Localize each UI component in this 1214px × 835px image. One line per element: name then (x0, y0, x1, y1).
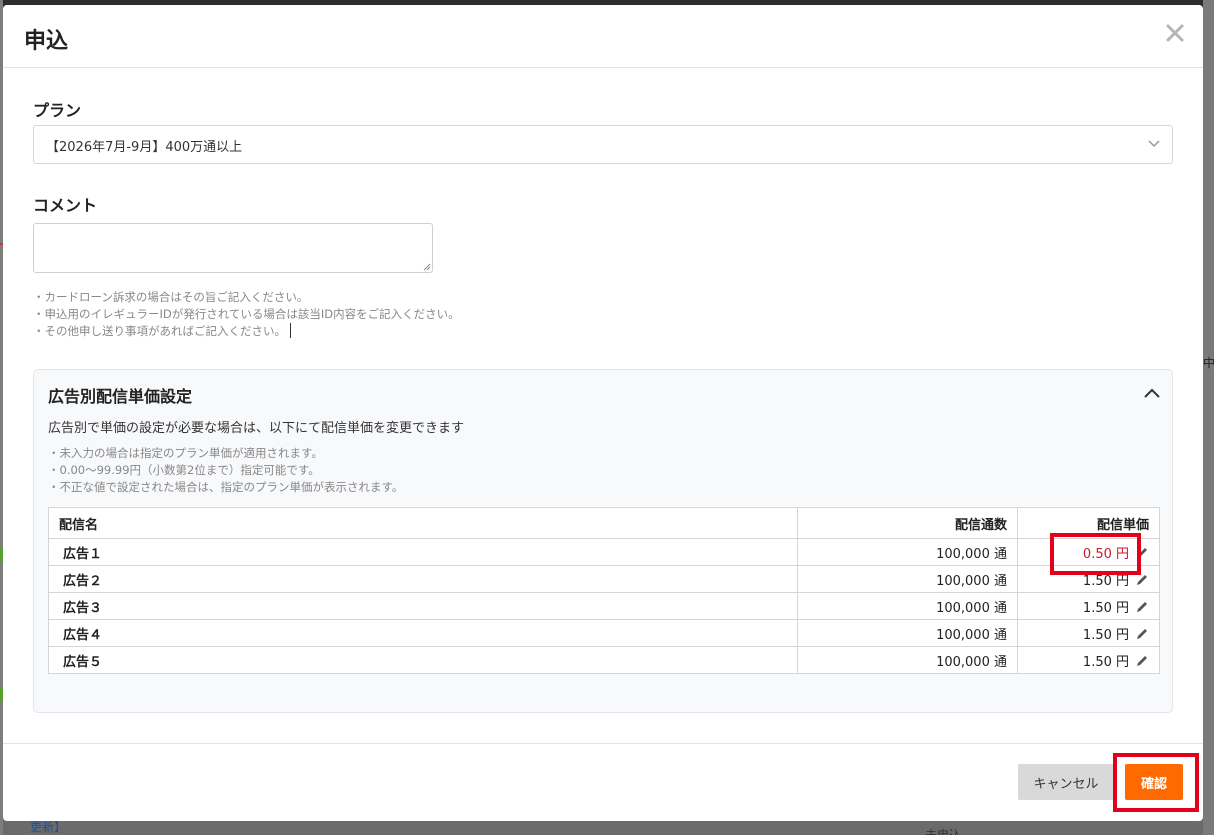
comment-hint: ・申込用のイレギュラーIDが発行されている場合は該当ID内容をご記入ください。 (33, 307, 460, 321)
text-cursor (290, 323, 291, 338)
table-header-row: 配信名 配信通数 配信単価 (48, 507, 1160, 539)
comment-hints: ・カードローン訴求の場合はその旨ご記入ください。 ・申込用のイレギュラーIDが発… (33, 289, 460, 340)
row-price: 1.50 円 (1082, 600, 1129, 616)
row-price-cell[interactable]: 1.50 円 (1017, 565, 1160, 593)
background-text: 中 (1203, 356, 1214, 370)
row-count: 100,000 通 (797, 592, 1018, 620)
pencil-icon[interactable] (1135, 627, 1149, 641)
row-name: 広告３ (48, 592, 798, 620)
row-count: 100,000 通 (797, 565, 1018, 593)
confirm-button[interactable]: 確認 (1125, 764, 1183, 800)
modal-title: 申込 (24, 29, 69, 54)
table-row: 広告２ 100,000 通 1.50 円 (48, 565, 1160, 593)
panel-description: 広告別で単価の設定が必要な場合は、以下にて配信単価を変更できます (48, 421, 465, 436)
chevron-down-icon (1148, 140, 1160, 148)
application-modal: 申込 プラン 【2026年7月-9月】400万通以上 コメント ・カードローン訴… (3, 5, 1203, 821)
comment-label: コメント (33, 196, 98, 215)
column-header-count: 配信通数 (797, 507, 1018, 539)
resize-grip-icon[interactable] (423, 263, 431, 271)
table-row: 広告４ 100,000 通 1.50 円 (48, 619, 1160, 647)
row-count: 100,000 通 (797, 538, 1018, 566)
pencil-icon[interactable] (1135, 573, 1149, 587)
row-name: 広告５ (48, 646, 798, 674)
row-name: 広告２ (48, 565, 798, 593)
table-row: 広告１ 100,000 通 0.50 円 (48, 538, 1160, 566)
pencil-icon[interactable] (1135, 654, 1149, 668)
row-price: 1.50 円 (1082, 573, 1129, 589)
panel-notes: ・未入力の場合は指定のプラン単価が適用されます。 ・0.00～99.99円（小数… (48, 445, 403, 496)
table-row: 広告５ 100,000 通 1.50 円 (48, 646, 1160, 674)
panel-note: ・0.00～99.99円（小数第2位まで）指定可能です。 (48, 463, 320, 477)
cancel-button[interactable]: キャンセル (1018, 764, 1114, 800)
row-price: 1.50 円 (1082, 654, 1129, 670)
chevron-up-icon[interactable] (1142, 384, 1162, 404)
panel-note: ・不正な値で設定された場合は、指定のプラン単価が表示されます。 (48, 480, 404, 494)
modal-header: 申込 (3, 5, 1203, 68)
row-price-cell[interactable]: 1.50 円 (1017, 619, 1160, 647)
row-name: 広告４ (48, 619, 798, 647)
comment-hint: ・その他申し送り事項があればご記入ください。 (33, 324, 286, 338)
pencil-icon[interactable] (1135, 600, 1149, 614)
panel-note: ・未入力の場合は指定のプラン単価が適用されます。 (48, 446, 323, 460)
panel-title: 広告別配信単価設定 (48, 387, 193, 406)
row-price: 0.50 円 (1082, 546, 1129, 562)
row-price: 1.50 円 (1082, 627, 1129, 643)
row-count: 100,000 通 (797, 646, 1018, 674)
plan-label: プラン (33, 101, 82, 120)
rate-table: 配信名 配信通数 配信単価 広告１ 100,000 通 0.50 円 広告２ 1… (48, 507, 1160, 674)
row-price-cell[interactable]: 1.50 円 (1017, 646, 1160, 674)
comment-hint: ・カードローン訴求の場合はその旨ご記入ください。 (33, 290, 309, 304)
modal-footer: キャンセル 確認 (3, 743, 1203, 821)
row-count: 100,000 通 (797, 619, 1018, 647)
rate-settings-panel: 広告別配信単価設定 広告別で単価の設定が必要な場合は、以下にて配信単価を変更でき… (33, 369, 1173, 713)
pencil-icon[interactable] (1135, 546, 1149, 560)
table-row: 広告３ 100,000 通 1.50 円 (48, 592, 1160, 620)
comment-textarea[interactable] (33, 223, 433, 273)
column-header-price: 配信単価 (1017, 507, 1160, 539)
plan-select-value: 【2026年7月-9月】400万通以上 (46, 140, 243, 155)
row-price-cell[interactable]: 0.50 円 (1017, 538, 1160, 566)
row-price-cell[interactable]: 1.50 円 (1017, 592, 1160, 620)
row-name: 広告１ (48, 538, 798, 566)
background-status-text: 未申込 (925, 828, 962, 835)
background-right-edge (1203, 0, 1214, 835)
plan-select[interactable]: 【2026年7月-9月】400万通以上 (33, 125, 1173, 164)
close-icon[interactable] (1161, 19, 1189, 47)
column-header-name: 配信名 (48, 507, 798, 539)
